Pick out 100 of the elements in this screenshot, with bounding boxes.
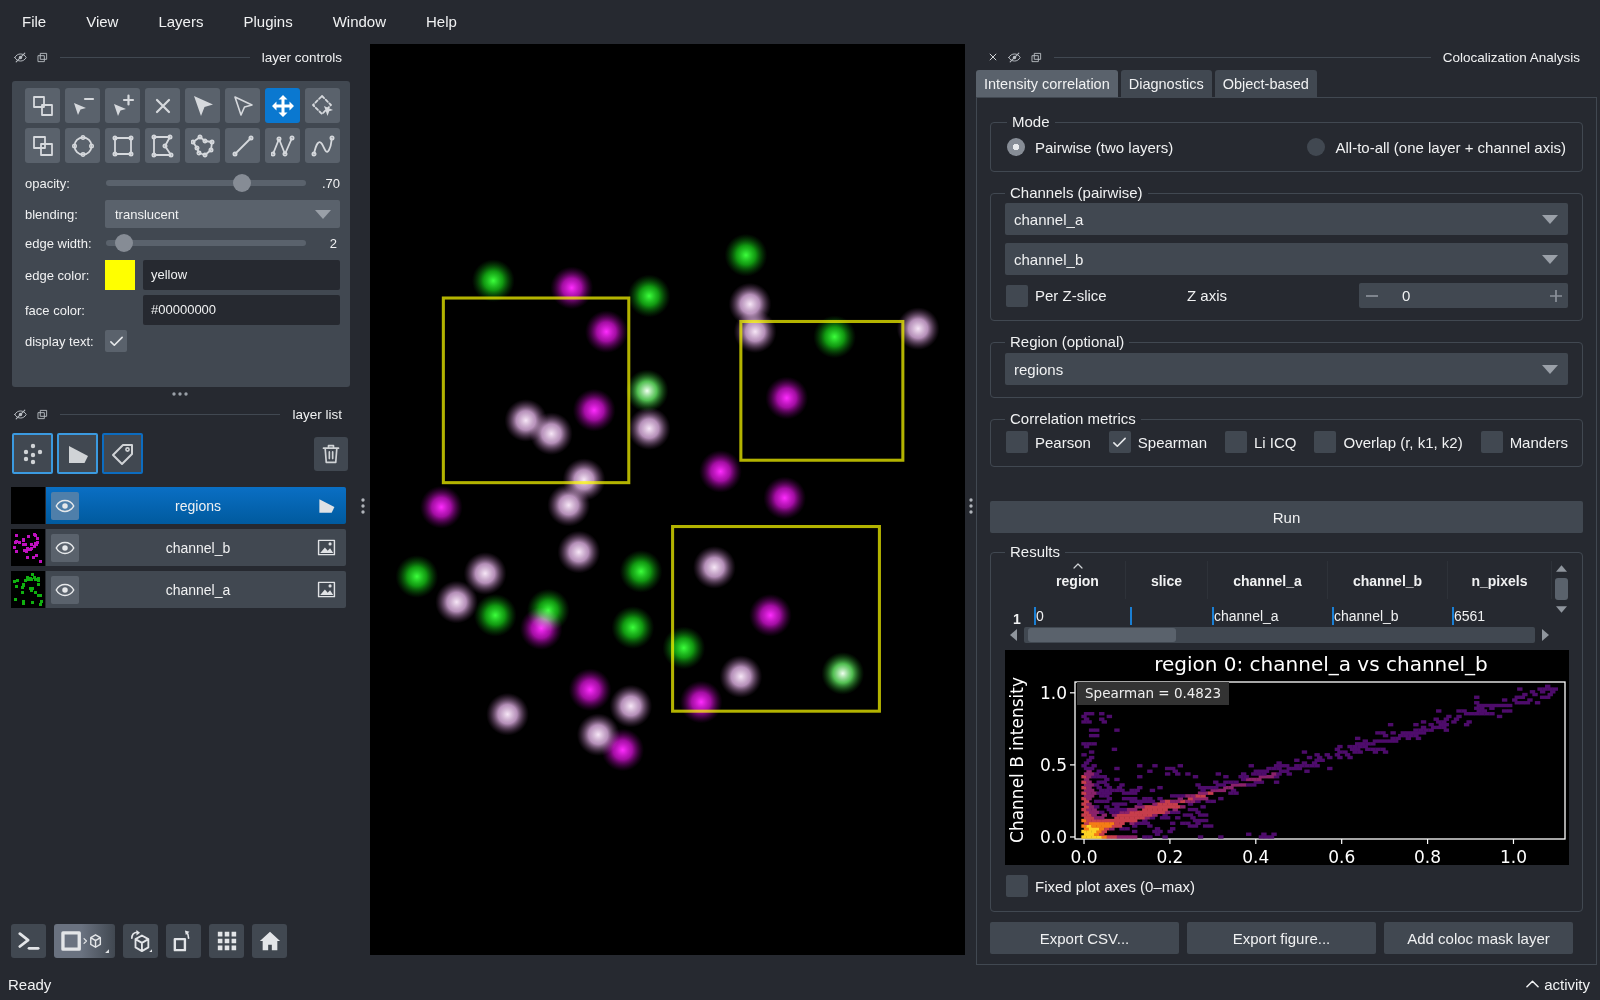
delete-layer-button[interactable]: [314, 436, 348, 471]
color-input-field[interactable]: #00000000: [143, 295, 340, 325]
checkbox[interactable]: [1314, 431, 1337, 453]
action-button[interactable]: Export CSV...: [990, 922, 1179, 954]
eye-slash-icon[interactable]: [1008, 50, 1021, 64]
checkbox[interactable]: [1006, 875, 1028, 897]
activity-button[interactable]: activity: [1526, 975, 1590, 993]
menu-item[interactable]: View: [66, 7, 139, 37]
menu-item[interactable]: Plugins: [223, 7, 313, 37]
eye-slash-icon[interactable]: [14, 407, 27, 421]
panel-title: Colocalization Analysis: [1442, 49, 1580, 65]
eye-slash-icon[interactable]: [14, 50, 27, 64]
blending-dropdown[interactable]: translucent: [105, 200, 340, 228]
grid-icon[interactable]: [215, 930, 238, 952]
display-toggle-button[interactable]: [54, 924, 115, 958]
new-shapes-layer-button[interactable]: [57, 433, 98, 474]
home-button[interactable]: [252, 924, 287, 958]
tab[interactable]: Intensity correlation: [976, 70, 1118, 97]
column-header[interactable]: channel_b: [1328, 561, 1448, 599]
axis-label: Channel B intensity: [1007, 677, 1027, 843]
group-title: Results: [1009, 543, 1062, 561]
menu-item[interactable]: Help: [406, 7, 477, 37]
group-title: Correlation metrics: [1009, 410, 1137, 428]
status-message: Ready: [8, 975, 52, 993]
table-cell: 0: [1034, 607, 1126, 625]
square-to-cube-icon[interactable]: [60, 929, 109, 953]
slider-handle[interactable]: [115, 234, 134, 252]
slider-handle[interactable]: [233, 174, 252, 192]
plus-icon[interactable]: [1550, 289, 1562, 302]
tab[interactable]: Diagnostics: [1120, 70, 1212, 97]
run-button[interactable]: Run: [990, 501, 1583, 533]
column-header[interactable]: channel_a: [1208, 561, 1328, 599]
column-header[interactable]: slice: [1126, 561, 1208, 599]
field-label: edge color:: [25, 267, 91, 283]
minus-icon[interactable]: [1366, 294, 1378, 297]
scrollbar-thumb[interactable]: [1028, 628, 1176, 642]
radio-button[interactable]: [1007, 138, 1025, 156]
image-icon: [317, 580, 336, 599]
new-labels-layer-button[interactable]: [102, 433, 143, 474]
region-dropdown[interactable]: regions: [1005, 353, 1568, 385]
layer-item[interactable]: channel_b: [46, 529, 346, 566]
column-header[interactable]: region: [1030, 561, 1126, 599]
scroll-up-icon[interactable]: [1556, 565, 1567, 572]
color-swatch[interactable]: [105, 260, 135, 290]
layer-dropdown[interactable]: channel_b: [1005, 243, 1568, 275]
color-input-field[interactable]: yellow: [143, 260, 340, 290]
filled-polygon-icon: [317, 496, 336, 515]
overlapping-squares-icon[interactable]: [37, 408, 48, 420]
group-title: Region (optional): [1009, 333, 1126, 351]
table-cell: channel_b: [1332, 607, 1448, 625]
scroll-down-icon[interactable]: [1556, 606, 1567, 613]
tick-label: 0.0: [1039, 827, 1067, 847]
checkbox[interactable]: [1006, 431, 1028, 453]
checkbox[interactable]: [1480, 431, 1503, 453]
layer-item[interactable]: channel_a: [46, 571, 346, 608]
tick-label: 1.0: [1039, 682, 1067, 703]
trash-icon[interactable]: [321, 442, 341, 465]
sort-caret-icon[interactable]: [1072, 563, 1083, 569]
new-points-layer-button[interactable]: [12, 433, 53, 474]
caret-down-icon[interactable]: [1542, 254, 1558, 264]
tab[interactable]: Object-based: [1214, 70, 1317, 97]
drag-handle-icon[interactable]: [361, 498, 365, 514]
roll-dimensions-button[interactable]: [123, 924, 158, 958]
home-icon[interactable]: [258, 930, 281, 952]
menu-item[interactable]: Window: [312, 7, 406, 37]
caret-down-icon[interactable]: [1542, 364, 1558, 374]
checkbox[interactable]: [1006, 284, 1028, 307]
scroll-right-icon[interactable]: [1542, 629, 1549, 641]
cube-rotate-icon[interactable]: [129, 930, 152, 952]
radio-button[interactable]: [1307, 138, 1326, 156]
action-button[interactable]: Add coloc mask layer: [1384, 922, 1573, 954]
tag-icon[interactable]: [110, 441, 135, 466]
menu-item[interactable]: File: [2, 7, 67, 37]
scroll-left-icon[interactable]: [1010, 629, 1017, 641]
column-header[interactable]: n_pixels: [1448, 561, 1552, 599]
layer-name: regions: [174, 497, 222, 514]
layer-item[interactable]: regions: [46, 487, 346, 524]
scrollbar-thumb[interactable]: [1555, 578, 1568, 600]
terminal-prompt-icon[interactable]: [17, 930, 40, 952]
field-label: display text:: [25, 333, 95, 349]
grid-view-button[interactable]: [209, 924, 244, 958]
checkbox[interactable]: [1225, 431, 1247, 453]
action-button[interactable]: Export figure...: [1187, 922, 1376, 954]
caret-down-icon[interactable]: [315, 209, 331, 219]
transpose-button[interactable]: [166, 924, 201, 958]
tick-label: 1.0: [1499, 847, 1527, 865]
drag-handle-icon[interactable]: [968, 498, 973, 514]
caret-down-icon[interactable]: [1542, 214, 1558, 224]
z-axis-spinbox[interactable]: 0: [1359, 283, 1568, 308]
layer-dropdown[interactable]: channel_a: [1005, 203, 1568, 235]
close-icon[interactable]: [988, 52, 998, 62]
overlapping-squares-icon[interactable]: [37, 51, 48, 63]
overlapping-squares-icon[interactable]: [1031, 51, 1042, 63]
horizontal-scrollbar[interactable]: [1024, 627, 1535, 643]
group-title: Mode: [1011, 113, 1051, 131]
menu-item[interactable]: Layers: [138, 7, 224, 37]
drag-handle-icon[interactable]: [172, 392, 188, 396]
tick-mark: [1341, 838, 1343, 845]
caret-up-icon[interactable]: [1526, 980, 1540, 988]
console-button[interactable]: [11, 924, 46, 958]
